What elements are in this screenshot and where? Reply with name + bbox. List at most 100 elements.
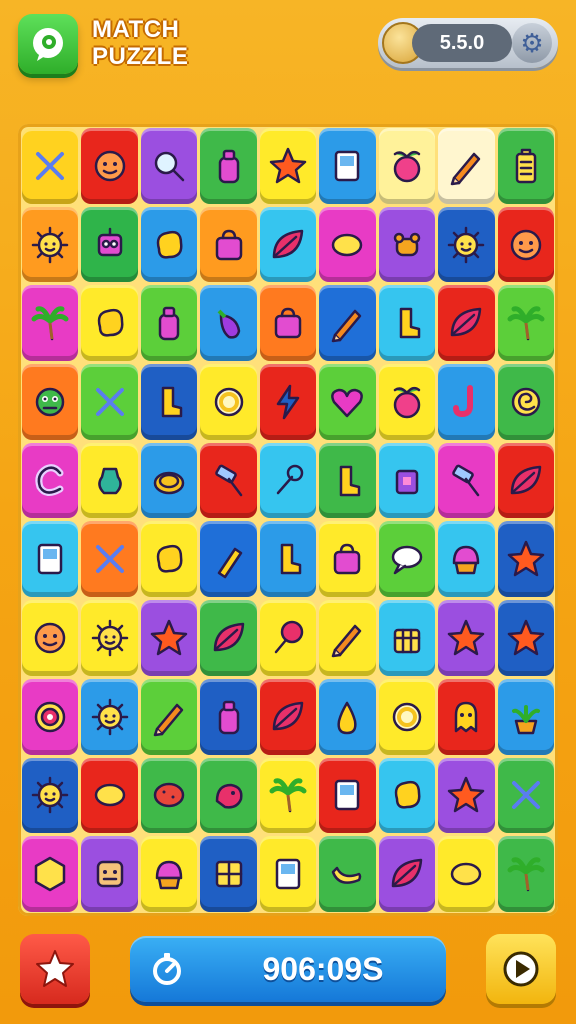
tile-boot[interactable] [259,521,317,598]
tile-hook[interactable] [438,364,495,440]
tile-letter-c[interactable] [22,442,79,519]
tile-sun-face[interactable] [81,678,138,755]
tile-leaf[interactable] [378,836,436,912]
sun-face-icon [448,226,485,263]
tile-ghost[interactable] [438,678,495,755]
tile-star[interactable] [497,521,554,598]
tile-pencil[interactable] [319,285,376,362]
tile-card[interactable] [319,128,376,204]
tile-cube[interactable] [378,442,436,519]
tile-leaf[interactable] [200,600,257,676]
tile-brush[interactable] [200,521,257,598]
tile-hammer[interactable] [438,442,495,519]
tile-leaf[interactable] [438,285,495,362]
tile-boot[interactable] [319,442,376,519]
tile-blob[interactable] [140,206,198,283]
leaf-icon [272,701,304,730]
tile-bag[interactable] [259,285,317,362]
tile-crossed-tools[interactable] [497,757,554,834]
tile-bear[interactable] [378,206,436,283]
tile-face[interactable] [497,206,554,283]
tile-palm[interactable] [22,285,79,362]
tile-magnifier[interactable] [140,128,198,204]
tile-heart[interactable] [319,364,376,440]
tile-cupcake[interactable] [140,836,198,912]
tile-star[interactable] [140,600,198,676]
tile-leaf[interactable] [497,442,554,519]
tile-star[interactable] [438,757,495,834]
tile-leaf[interactable] [259,678,317,755]
tile-sun-face[interactable] [81,600,138,676]
tile-vase[interactable] [81,442,138,519]
tile-lemon[interactable] [81,757,138,834]
tile-target[interactable] [22,678,79,755]
tile-eggplant[interactable] [200,285,257,362]
tile-crossed-tools[interactable] [81,521,138,598]
tile-bottle[interactable] [140,285,198,362]
tile-lollipop[interactable] [259,600,317,676]
tile-banana[interactable] [319,836,376,912]
tile-face[interactable] [22,600,79,676]
settings-gear-button[interactable]: ⚙ [512,23,552,63]
tile-plant[interactable] [497,678,554,755]
tile-apple[interactable] [378,128,436,204]
tile-ring[interactable] [378,678,436,755]
tile-star[interactable] [438,600,495,676]
tile-battery[interactable] [497,128,554,204]
tile-coin[interactable] [140,442,198,519]
play-button[interactable] [486,934,556,1004]
tile-bottle[interactable] [200,678,257,755]
tile-palm[interactable] [497,285,554,362]
tile-lemon[interactable] [319,206,376,283]
tile-card[interactable] [319,757,376,834]
tile-crossed-tools[interactable] [22,128,79,204]
tile-sun-face[interactable] [22,757,79,834]
tile-blob[interactable] [378,757,436,834]
tile-bubble[interactable] [378,521,436,598]
tile-pencil[interactable] [438,128,495,204]
tile-sun-face[interactable] [22,206,79,283]
bag-icon [274,307,302,339]
tile-sun-face[interactable] [438,206,495,283]
tile-boot[interactable] [378,285,436,362]
tile-apple[interactable] [378,364,436,440]
game-title: MATCH PUZZLE [92,16,188,70]
tile-window[interactable] [200,836,257,912]
tile-bottle[interactable] [200,128,257,204]
tile-robot[interactable] [81,206,138,283]
tile-bird[interactable] [200,757,257,834]
tile-card[interactable] [22,521,79,598]
tile-lemon[interactable] [438,836,495,912]
tile-bag[interactable] [200,206,257,283]
tile-hammer[interactable] [200,442,257,519]
tile-basket[interactable] [378,600,436,676]
star-icon [507,619,545,656]
tile-ring[interactable] [200,364,257,440]
tile-card[interactable] [259,836,317,912]
tile-wrench[interactable] [259,442,317,519]
tile-monster[interactable] [22,364,79,440]
game-logo-button[interactable] [18,14,78,74]
tile-potato[interactable] [140,757,198,834]
tile-leaf[interactable] [259,206,317,283]
tile-crossed-tools[interactable] [81,364,138,440]
tile-bolt[interactable] [259,364,317,440]
tile-star[interactable] [259,128,317,204]
tile-star[interactable] [497,600,554,676]
tile-pencil[interactable] [319,600,376,676]
tile-palm[interactable] [497,836,554,912]
tile-face[interactable] [81,128,138,204]
tile-palm[interactable] [259,757,317,834]
tile-pencil[interactable] [140,678,198,755]
star-button[interactable] [20,934,90,1004]
tile-cupcake[interactable] [438,521,495,598]
tile-hexagon[interactable] [22,836,79,912]
tile-boot[interactable] [140,364,198,440]
tile-blob[interactable] [140,521,198,598]
tile-bag[interactable] [319,521,376,598]
tile-robot-face[interactable] [81,836,138,912]
tile-swirl[interactable] [497,364,554,440]
tile-blob[interactable] [81,285,138,362]
pencil-icon [451,152,481,186]
tile-pear[interactable] [319,678,376,755]
